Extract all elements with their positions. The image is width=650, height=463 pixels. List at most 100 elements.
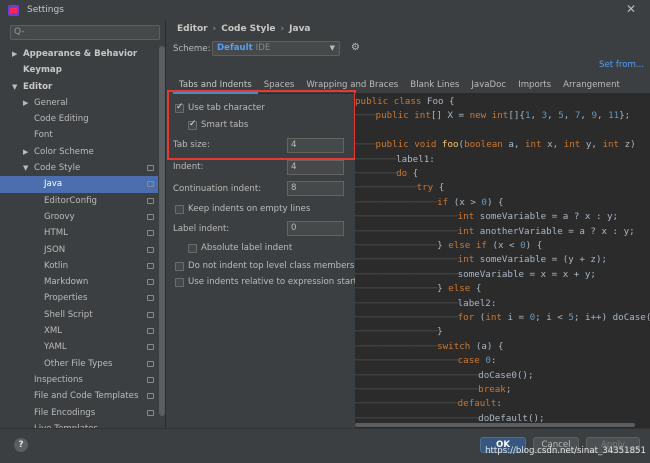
code-line: ────────────────────default: bbox=[355, 397, 502, 411]
code-token: , bbox=[547, 110, 559, 122]
chevron-down-icon[interactable]: ▼ bbox=[12, 79, 17, 95]
tab-indent-marker: ──── bbox=[355, 139, 376, 151]
sidebar-item-html[interactable]: HTML bbox=[0, 225, 158, 241]
sidebar-scrollbar-thumb[interactable] bbox=[159, 46, 165, 416]
project-settings-icon bbox=[147, 279, 154, 286]
code-token: int bbox=[457, 225, 480, 237]
code-token: do bbox=[396, 168, 413, 179]
code-token: a, bbox=[508, 139, 525, 151]
tab-imports[interactable]: Imports bbox=[512, 76, 557, 94]
code-line: ────────────────────someVariable = x = x… bbox=[355, 268, 596, 282]
gear-icon[interactable]: ⚙ bbox=[351, 42, 360, 53]
relative-indents-label: Use indents relative to expression start bbox=[188, 277, 357, 287]
breadcrumb-separator: › bbox=[212, 24, 217, 34]
code-token: doCase0(); bbox=[478, 369, 534, 381]
tab-blank-lines[interactable]: Blank Lines bbox=[404, 76, 465, 94]
sidebar-item-code-style[interactable]: ▼ Code Style bbox=[0, 160, 158, 176]
sidebar-item-live-templates[interactable]: Live Templates bbox=[0, 421, 158, 428]
relative-indents-checkbox[interactable] bbox=[175, 278, 184, 287]
code-token: { bbox=[475, 283, 482, 295]
tab-javadoc[interactable]: JavaDoc bbox=[465, 76, 512, 94]
no-indent-top-level-checkbox[interactable] bbox=[175, 262, 184, 271]
chevron-right-icon[interactable]: ▶ bbox=[23, 95, 28, 111]
sidebar-item-properties[interactable]: Properties bbox=[0, 290, 158, 306]
tab-arrangement[interactable]: Arrangement bbox=[557, 76, 626, 94]
continuation-indent-input[interactable]: 8 bbox=[287, 181, 344, 196]
code-line: ────public int[] X = new int[]{1, 3, 5, … bbox=[355, 109, 630, 123]
sidebar-item-other-file-types[interactable]: Other File Types bbox=[0, 356, 158, 372]
close-icon[interactable]: ✕ bbox=[626, 2, 636, 16]
sidebar-item-label: XML bbox=[44, 326, 63, 337]
sidebar-scrollbar[interactable] bbox=[159, 46, 165, 428]
project-settings-icon bbox=[147, 165, 154, 172]
code-token: int bbox=[563, 139, 586, 151]
tab-indent-marker: ──────────────────── bbox=[355, 355, 458, 367]
code-token: switch bbox=[437, 340, 476, 352]
code-scrollbar-thumb[interactable] bbox=[355, 423, 635, 427]
project-settings-icon bbox=[147, 262, 154, 269]
tab-indent-marker: ──────────────────── bbox=[355, 225, 458, 237]
tab-indent-marker: ──────────────────── bbox=[355, 312, 458, 323]
project-settings-icon bbox=[147, 376, 154, 383]
sidebar-item-groovy[interactable]: Groovy bbox=[0, 209, 158, 225]
code-line: ────────────────if (x > 0) { bbox=[355, 196, 504, 210]
code-token: 11 bbox=[608, 110, 620, 122]
scheme-dropdown[interactable]: Default IDE ▼ bbox=[212, 41, 340, 56]
tab-indent-marker: ──────────────────── bbox=[355, 398, 458, 410]
sidebar-item-inspections[interactable]: Inspections bbox=[0, 372, 158, 388]
sidebar-item-json[interactable]: JSON bbox=[0, 242, 158, 258]
sidebar-item-file-and-code-templates[interactable]: File and Code Templates bbox=[0, 388, 158, 404]
tab-indent-marker: ──────────────────── bbox=[355, 211, 458, 223]
label-indent-label: Label indent: bbox=[173, 224, 230, 234]
help-icon[interactable]: ? bbox=[14, 438, 28, 452]
sidebar-item-label: Markdown bbox=[44, 277, 89, 288]
sidebar-item-general[interactable]: ▶ General bbox=[0, 95, 158, 111]
sidebar-item-color-scheme[interactable]: ▶ Color Scheme bbox=[0, 144, 158, 160]
intellij-logo-icon bbox=[8, 4, 19, 16]
sidebar-item-label: Code Editing bbox=[34, 114, 89, 125]
sidebar-item-file-encodings[interactable]: File Encodings bbox=[0, 405, 158, 421]
tab-indent-marker: ──────────────── bbox=[355, 283, 438, 295]
sidebar-item-java[interactable]: Java bbox=[0, 176, 158, 193]
code-line: ────────────────────label2: bbox=[355, 297, 496, 311]
sidebar-item-appearance-behavior[interactable]: ▶ Appearance & Behavior bbox=[0, 46, 158, 62]
label-indent-input[interactable]: 0 bbox=[287, 221, 344, 236]
sidebar-item-yaml[interactable]: YAML bbox=[0, 339, 158, 355]
sidebar-item-editorconfig[interactable]: EditorConfig bbox=[0, 193, 158, 209]
code-token: if bbox=[437, 196, 454, 208]
tab-indent-marker: ──────────────── bbox=[355, 340, 438, 352]
code-token: x, bbox=[547, 139, 564, 151]
indent-input[interactable]: 4 bbox=[287, 160, 344, 175]
scheme-name: Default bbox=[217, 43, 253, 53]
absolute-label-indent-checkbox[interactable] bbox=[188, 244, 197, 253]
chevron-right-icon[interactable]: ▶ bbox=[23, 144, 28, 160]
code-token: i = bbox=[507, 312, 530, 323]
code-token: z) bbox=[624, 139, 636, 151]
sidebar-item-markdown[interactable]: Markdown bbox=[0, 274, 158, 290]
code-token: default bbox=[457, 398, 497, 410]
sidebar-item-font[interactable]: Font bbox=[0, 127, 158, 143]
keep-indents-checkbox[interactable] bbox=[175, 205, 184, 214]
code-token: ) { bbox=[525, 240, 543, 251]
breadcrumb: Editor › Code Style › Java bbox=[177, 24, 311, 38]
sidebar-item-label: Other File Types bbox=[44, 358, 113, 369]
sidebar-item-code-editing[interactable]: Code Editing bbox=[0, 111, 158, 127]
code-token: new int bbox=[469, 110, 509, 122]
set-from-link[interactable]: Set from... bbox=[599, 60, 644, 70]
code-line: ────────do { bbox=[355, 167, 418, 181]
chevron-down-icon[interactable]: ▼ bbox=[23, 160, 28, 176]
tab-indent-marker: ──────────────────── bbox=[355, 297, 458, 309]
sidebar-item-xml[interactable]: XML bbox=[0, 323, 158, 339]
code-line: ────public void foo(boolean a, int x, in… bbox=[355, 138, 636, 152]
code-token: ; i < bbox=[535, 312, 569, 323]
sidebar-item-editor[interactable]: ▼ Editor bbox=[0, 79, 158, 95]
chevron-right-icon[interactable]: ▶ bbox=[12, 46, 17, 62]
sidebar-item-kotlin[interactable]: Kotlin bbox=[0, 258, 158, 274]
sidebar-item-keymap[interactable]: Keymap bbox=[0, 62, 158, 78]
search-input[interactable]: Q- bbox=[10, 25, 160, 40]
sidebar-item-shell-script[interactable]: Shell Script bbox=[0, 307, 158, 323]
sidebar-item-label: Shell Script bbox=[44, 309, 93, 320]
project-settings-icon bbox=[147, 295, 154, 302]
tab-indent-marker: ──────── bbox=[355, 168, 397, 179]
dialog-button-bar: ? OK Cancel Apply https://blog.csdn.net/… bbox=[0, 428, 650, 463]
